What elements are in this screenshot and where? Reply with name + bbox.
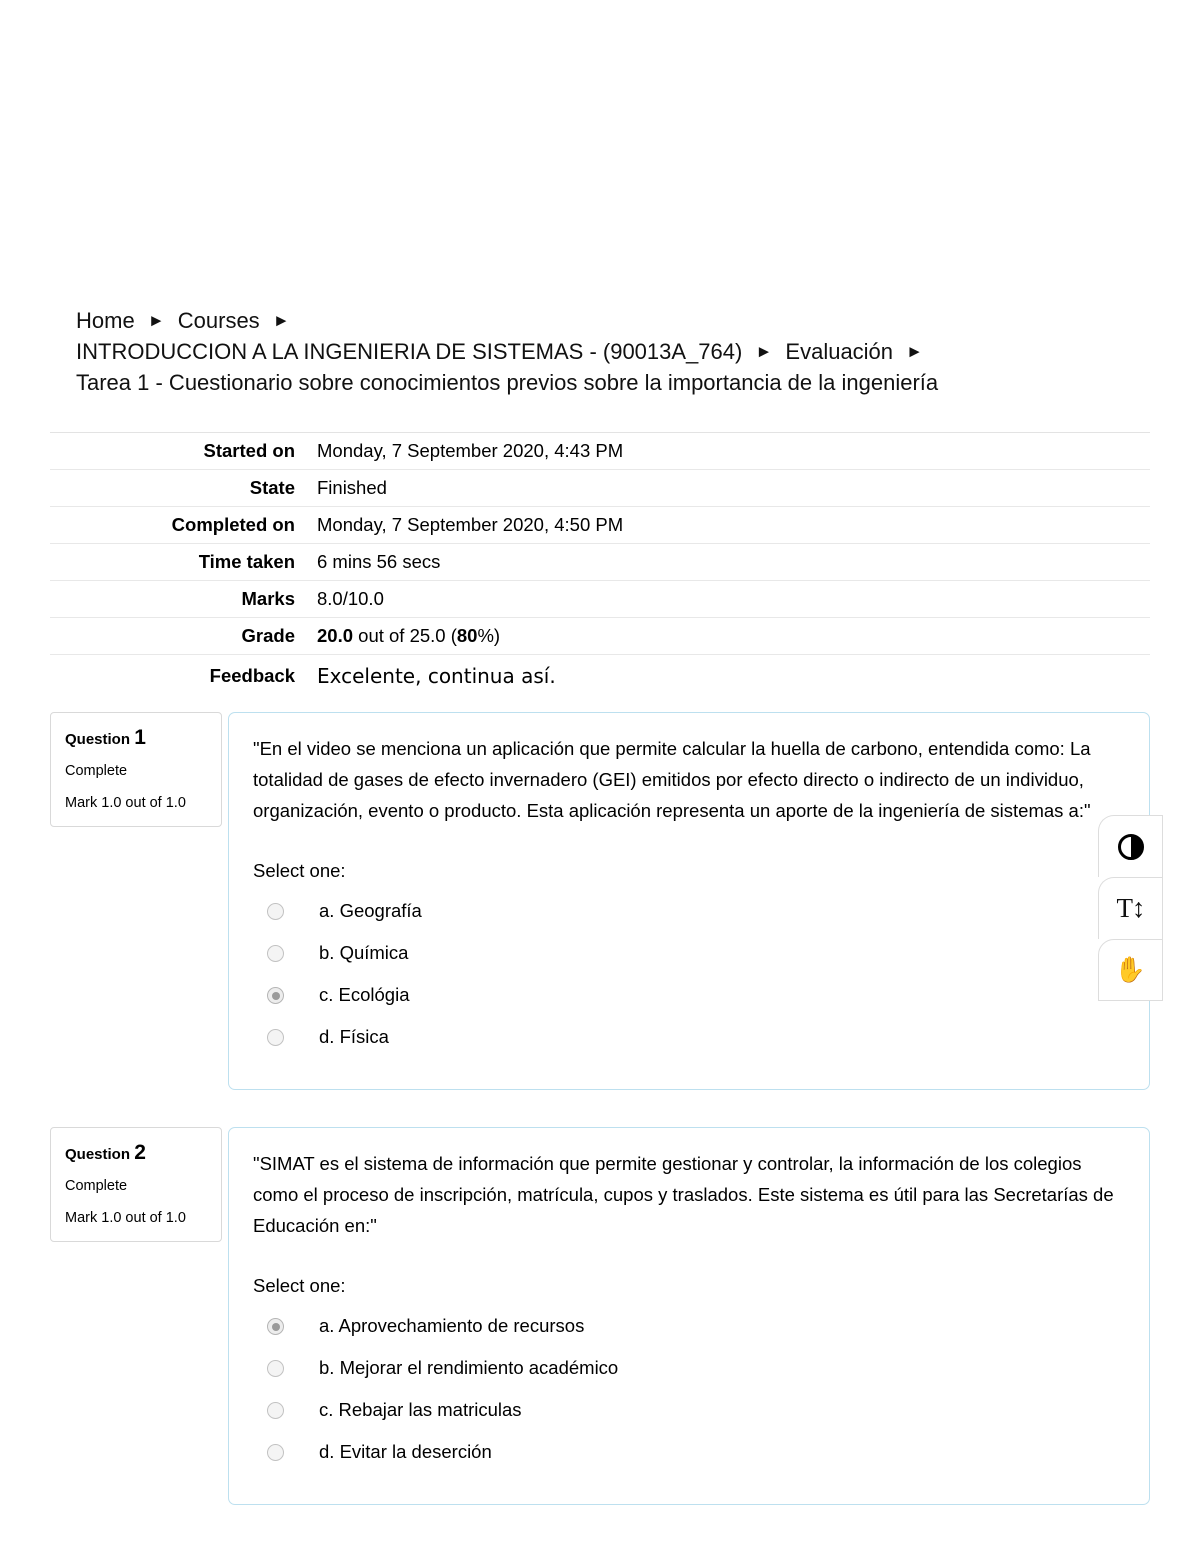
summary-value-completed-on: Monday, 7 September 2020, 4:50 PM — [317, 514, 624, 535]
answer-label-2c: c. Rebajar las matriculas — [319, 1399, 522, 1421]
answer-option-2c[interactable]: c. Rebajar las matriculas — [253, 1390, 1125, 1432]
radio-button-2b[interactable] — [267, 1360, 284, 1377]
answer-option-2d[interactable]: d. Evitar la deserción — [253, 1432, 1125, 1474]
summary-value-started-on: Monday, 7 September 2020, 4:43 PM — [317, 440, 624, 461]
accessibility-toolbar: T↕ ✋ — [1098, 815, 1163, 1001]
table-row: Grade 20.0 out of 25.0 (80%) — [50, 617, 1150, 655]
summary-label-state: State — [249, 477, 295, 498]
radio-button-1d[interactable] — [267, 1029, 284, 1046]
question-content-1: "En el video se menciona un aplicación q… — [228, 712, 1150, 1090]
question-content-2: "SIMAT es el sistema de información que … — [228, 1127, 1150, 1505]
question-number-value: 1 — [134, 726, 146, 749]
question-info-box-2: Question 2 Complete Mark 1.0 out of 1.0 — [50, 1127, 222, 1242]
answer-option-1d[interactable]: d. Física — [253, 1017, 1125, 1059]
radio-button-1b[interactable] — [267, 945, 284, 962]
question-number-1: Question 1 — [65, 727, 207, 748]
breadcrumb-line-1: Home ► Courses ► — [76, 305, 1076, 336]
answer-list-2: a. Aprovechamiento de recursos b. Mejora… — [253, 1306, 1125, 1474]
select-one-prompt-1: Select one: — [253, 860, 346, 881]
answer-list-1: a. Geografía b. Química c. Ecológia d. F… — [253, 891, 1125, 1059]
radio-button-2a[interactable] — [267, 1318, 284, 1335]
answer-label-1b: b. Química — [319, 942, 409, 964]
table-row: Marks 8.0/10.0 — [50, 580, 1150, 618]
breadcrumb-separator-icon: ► — [906, 342, 923, 361]
summary-label-feedback: Feedback — [209, 665, 295, 686]
summary-label-time-taken: Time taken — [198, 551, 295, 572]
grade-percent: 80 — [456, 625, 478, 646]
radio-button-1a[interactable] — [267, 903, 284, 920]
breadcrumb-item-courses[interactable]: Courses — [178, 308, 260, 333]
answer-label-1a: a. Geografía — [319, 900, 422, 922]
summary-label-completed-on: Completed on — [171, 514, 295, 535]
table-row: Completed on Monday, 7 September 2020, 4… — [50, 506, 1150, 544]
answer-label-2a: a. Aprovechamiento de recursos — [319, 1315, 585, 1337]
answer-option-1b[interactable]: b. Química — [253, 933, 1125, 975]
grade-percent-suffix: %) — [477, 625, 501, 646]
summary-label-grade: Grade — [241, 625, 295, 646]
question-mark-1: Mark 1.0 out of 1.0 — [65, 794, 186, 811]
breadcrumb-item-quiz[interactable]: Tarea 1 - Cuestionario sobre conocimient… — [76, 367, 1076, 398]
table-row: Time taken 6 mins 56 secs — [50, 543, 1150, 581]
question-number-label: Question — [65, 1146, 131, 1163]
summary-value-grade: 20.0 out of 25.0 (80%) — [305, 618, 1150, 655]
summary-value-feedback: Excelente, continua así. — [317, 664, 556, 688]
breadcrumb-line-2: INTRODUCCION A LA INGENIERIA DE SISTEMAS… — [76, 336, 1076, 367]
table-row: Feedback Excelente, continua así. — [50, 654, 1150, 698]
summary-value-marks: 8.0/10.0 — [317, 588, 384, 609]
question-text-1: "En el video se menciona un aplicación q… — [253, 738, 1091, 821]
answer-option-2b[interactable]: b. Mejorar el rendimiento académico — [253, 1348, 1125, 1390]
answer-label-2d: d. Evitar la deserción — [319, 1441, 492, 1463]
table-row: State Finished — [50, 469, 1150, 507]
question-mark-2: Mark 1.0 out of 1.0 — [65, 1209, 186, 1226]
answer-option-1c[interactable]: c. Ecológia — [253, 975, 1125, 1017]
breadcrumb-item-course[interactable]: INTRODUCCION A LA INGENIERIA DE SISTEMAS… — [76, 339, 742, 364]
question-number-2: Question 2 — [65, 1142, 207, 1163]
question-block-2: Question 2 Complete Mark 1.0 out of 1.0 … — [50, 1127, 1150, 1505]
summary-label-marks: Marks — [241, 588, 295, 609]
breadcrumb-item-evaluacion[interactable]: Evaluación — [785, 339, 893, 364]
contrast-icon — [1117, 833, 1144, 860]
text-size-button[interactable]: T↕ — [1098, 877, 1163, 939]
question-number-label: Question — [65, 731, 131, 748]
question-state-1: Complete — [65, 763, 128, 779]
grade-points: 20.0 — [317, 625, 354, 646]
select-one-prompt-2: Select one: — [253, 1275, 346, 1296]
answer-label-1c: c. Ecológia — [319, 984, 410, 1006]
summary-value-state: Finished — [317, 477, 387, 498]
breadcrumb-separator-icon: ► — [755, 342, 773, 361]
contrast-toggle-button[interactable] — [1098, 815, 1163, 877]
answer-label-2b: b. Mejorar el rendimiento académico — [319, 1357, 619, 1379]
question-info-box-1: Question 1 Complete Mark 1.0 out of 1.0 — [50, 712, 222, 827]
grade-out-of: out of 25.0 ( — [353, 625, 457, 646]
question-block-1: Question 1 Complete Mark 1.0 out of 1.0 … — [50, 712, 1150, 1094]
sign-language-button[interactable]: ✋ — [1098, 939, 1163, 1001]
answer-option-1a[interactable]: a. Geografía — [253, 891, 1125, 933]
attempt-summary-table: Started on Monday, 7 September 2020, 4:4… — [50, 432, 1150, 697]
breadcrumb: Home ► Courses ► INTRODUCCION A LA INGEN… — [76, 305, 1076, 398]
question-text-2: "SIMAT es el sistema de información que … — [253, 1153, 1114, 1236]
radio-button-2c[interactable] — [267, 1402, 284, 1419]
radio-button-2d[interactable] — [267, 1444, 284, 1461]
text-size-icon: T↕ — [1116, 893, 1146, 923]
question-number-value: 2 — [134, 1141, 146, 1164]
summary-value-time-taken: 6 mins 56 secs — [317, 551, 441, 572]
radio-button-1c[interactable] — [267, 987, 284, 1004]
table-row: Started on Monday, 7 September 2020, 4:4… — [50, 432, 1150, 470]
question-state-2: Complete — [65, 1178, 128, 1194]
summary-label-started-on: Started on — [203, 440, 295, 461]
answer-option-2a[interactable]: a. Aprovechamiento de recursos — [253, 1306, 1125, 1348]
sign-language-icon: ✋ — [1114, 955, 1147, 984]
answer-label-1d: d. Física — [319, 1026, 389, 1048]
breadcrumb-item-home[interactable]: Home — [76, 308, 135, 333]
breadcrumb-separator-icon: ► — [272, 311, 290, 330]
breadcrumb-separator-icon: ► — [147, 311, 165, 330]
